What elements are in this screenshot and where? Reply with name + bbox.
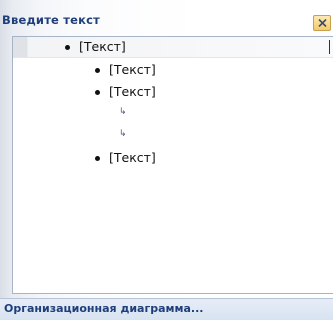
text-pane: Введите текст [Текст] [Текст] [Текст] ↳ … xyxy=(0,0,333,320)
sub-item-arrow-icon[interactable]: ↳ xyxy=(119,107,127,117)
bullet-icon xyxy=(95,90,100,95)
layout-name-label: Организационная диаграмма... xyxy=(4,302,204,315)
text-editor[interactable]: [Текст] [Текст] [Текст] ↳ ↳ [Текст] xyxy=(12,36,333,294)
list-item[interactable]: [Текст] xyxy=(109,62,156,77)
bullet-icon xyxy=(95,68,100,73)
list-item[interactable]: [Текст] xyxy=(109,84,156,99)
close-button[interactable] xyxy=(313,15,331,31)
pane-title-bar: Введите текст xyxy=(0,10,333,34)
bullet-icon xyxy=(65,45,70,50)
layout-name-bar[interactable]: Организационная диаграмма... xyxy=(0,298,333,320)
sub-item-arrow-icon[interactable]: ↳ xyxy=(119,129,127,139)
pane-title: Введите текст xyxy=(2,13,101,27)
current-line-highlight xyxy=(13,37,333,58)
list-item[interactable]: [Текст] xyxy=(109,150,156,165)
text-cursor xyxy=(329,40,330,54)
close-icon xyxy=(318,19,327,27)
list-item[interactable]: [Текст] xyxy=(79,39,126,54)
bullet-icon xyxy=(95,156,100,161)
